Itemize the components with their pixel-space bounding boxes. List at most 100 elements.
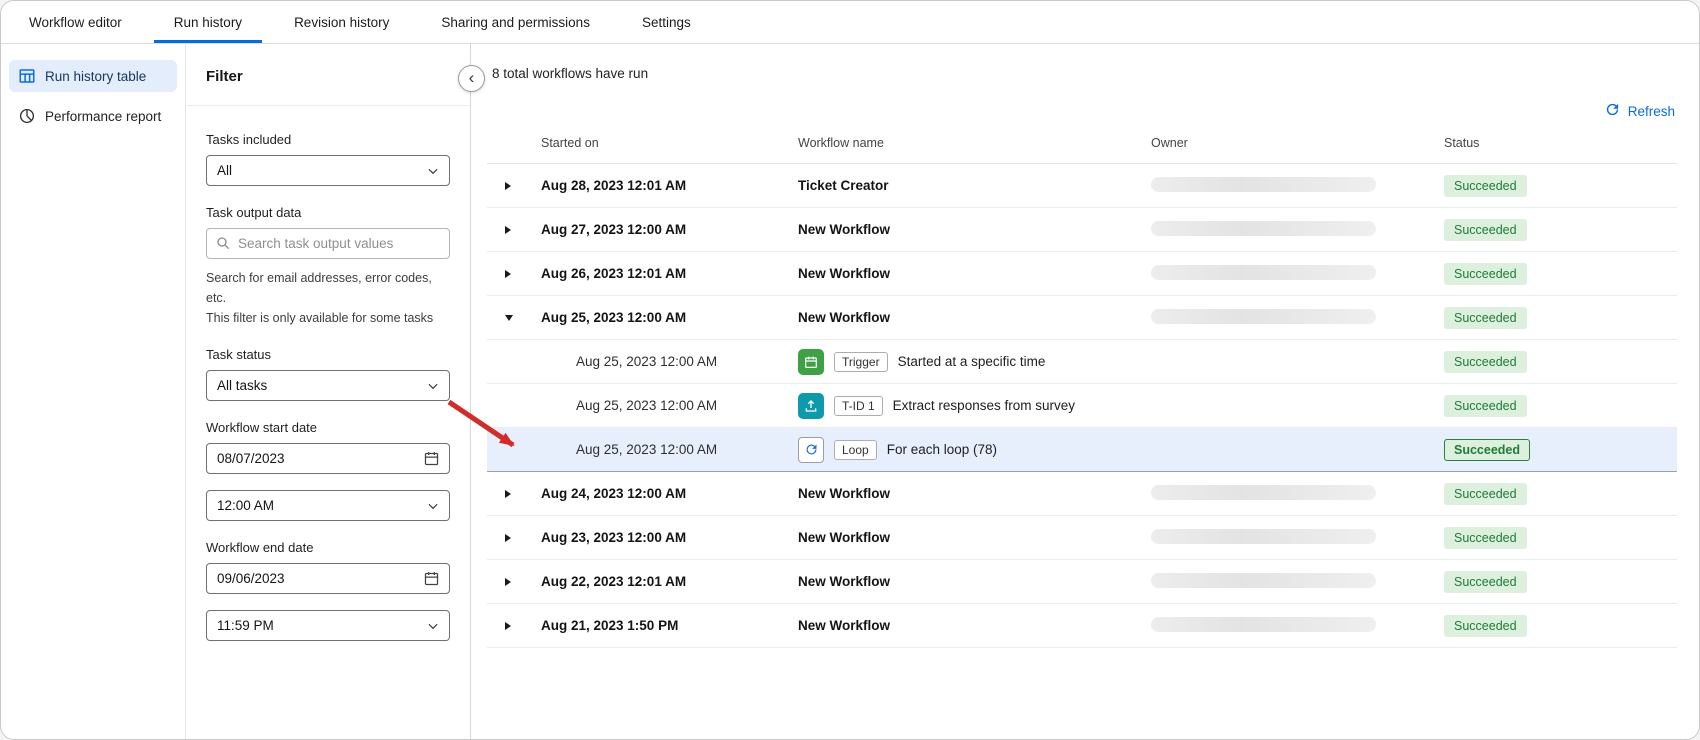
status-badge: Succeeded [1444,527,1527,549]
column-header-workflow-name: Workflow name [798,136,1151,163]
tab-workflow-editor[interactable]: Workflow editor [3,1,148,43]
table-row[interactable]: Aug 25, 2023 12:00 AM T-ID 1 Extract res… [487,384,1677,428]
expand-caret-icon[interactable] [505,226,511,234]
status-badge: Succeeded [1444,307,1527,329]
task-output-search-input[interactable] [206,228,450,259]
sidebar: Run history table Performance report [1,44,186,739]
run-started-on: Aug 22, 2023 12:01 AM [541,574,798,589]
start-time-value: 12:00 AM [217,498,274,513]
task-output-label: Task output data [206,205,450,220]
workflow-name: New Workflow [798,222,890,237]
refresh-button[interactable]: Refresh [1604,101,1675,121]
run-count-summary: 8 total workflows have run [487,66,1677,81]
table-body: Aug 28, 2023 12:01 AM Ticket Creator Suc… [487,164,1677,648]
expand-caret-icon[interactable] [505,578,511,586]
expand-caret-icon[interactable] [505,315,513,321]
sidebar-item-run-history-table[interactable]: Run history table [9,60,177,92]
start-date-value: 08/07/2023 [217,451,285,466]
status-badge: Succeeded [1444,351,1527,373]
run-started-on: Aug 25, 2023 12:00 AM [541,310,798,325]
workflow-start-date-label: Workflow start date [206,420,450,435]
status-badge: Succeeded [1444,395,1527,417]
run-started-on: Aug 21, 2023 1:50 PM [541,618,798,633]
workflow-name: New Workflow [798,618,890,633]
owner-redacted [1151,485,1376,500]
chevron-down-icon [426,379,440,393]
end-date-input[interactable]: 09/06/2023 [206,563,450,594]
task-type-badge: T-ID 1 [834,396,883,416]
end-time-select[interactable]: 11:59 PM [206,610,450,641]
table-header-row: Started on Workflow name Owner Status [487,118,1677,164]
task-status-select[interactable]: All tasks [206,370,450,401]
tab-run-history[interactable]: Run history [148,1,268,43]
column-header-status: Status [1444,136,1677,163]
collapse-filter-button[interactable] [458,65,485,92]
owner-redacted [1151,221,1376,236]
start-time-select[interactable]: 12:00 AM [206,490,450,521]
tab-sharing-permissions[interactable]: Sharing and permissions [415,1,616,43]
expand-caret-icon[interactable] [505,490,511,498]
tasks-included-label: Tasks included [206,132,450,147]
expand-caret-icon[interactable] [505,622,511,630]
table-row[interactable]: Aug 27, 2023 12:00 AM New Workflow Succe… [487,208,1677,252]
run-started-on: Aug 27, 2023 12:00 AM [541,222,798,237]
run-started-on: Aug 25, 2023 12:00 AM [541,354,798,369]
workflow-name: New Workflow [798,310,890,325]
sidebar-item-label: Run history table [45,69,146,84]
tasks-included-select[interactable]: All [206,155,450,186]
owner-redacted [1151,177,1376,192]
page-body: Run history table Performance report Fil… [1,44,1699,739]
calendar-icon [423,570,440,587]
workflow-name: Ticket Creator [798,178,889,193]
task-output-help-text: Search for email addresses, error codes,… [206,268,450,328]
task-status-value: All tasks [217,378,267,393]
table-row[interactable]: Aug 26, 2023 12:01 AM New Workflow Succe… [487,252,1677,296]
workflow-name: Extract responses from survey [893,398,1075,413]
extract-icon [798,393,824,419]
workflow-name: New Workflow [798,574,890,589]
task-status-label: Task status [206,347,450,362]
workflow-name: For each loop (78) [887,442,997,457]
start-date-input[interactable]: 08/07/2023 [206,443,450,474]
owner-redacted [1151,529,1376,544]
end-time-value: 11:59 PM [217,618,274,633]
tab-revision-history[interactable]: Revision history [268,1,415,43]
status-badge: Succeeded [1444,175,1527,197]
sidebar-item-performance-report[interactable]: Performance report [9,100,177,132]
table-row[interactable]: Aug 25, 2023 12:00 AM New Workflow Succe… [487,296,1677,340]
run-started-on: Aug 25, 2023 12:00 AM [541,398,798,413]
table-row[interactable]: Aug 21, 2023 1:50 PM New Workflow Succee… [487,604,1677,648]
refresh-icon [1604,101,1621,121]
filter-title: Filter [186,44,470,106]
table-row[interactable]: Aug 24, 2023 12:00 AM New Workflow Succe… [487,472,1677,516]
tasks-included-value: All [217,163,232,178]
status-badge: Succeeded [1444,615,1527,637]
status-badge: Succeeded [1444,571,1527,593]
table-row[interactable]: Aug 25, 2023 12:00 AM Loop For each loop… [487,428,1677,472]
run-started-on: Aug 23, 2023 12:00 AM [541,530,798,545]
filter-panel: Filter Tasks included All Task output da… [186,44,471,739]
status-badge: Succeeded [1444,483,1527,505]
expand-caret-icon[interactable] [505,270,511,278]
run-started-on: Aug 25, 2023 12:00 AM [541,442,798,457]
table-row[interactable]: Aug 25, 2023 12:00 AM Trigger Started at… [487,340,1677,384]
table-row[interactable]: Aug 23, 2023 12:00 AM New Workflow Succe… [487,516,1677,560]
expand-caret-icon[interactable] [505,534,511,542]
workflow-name: New Workflow [798,486,890,501]
chevron-down-icon [426,499,440,513]
refresh-label: Refresh [1628,104,1675,119]
trigger-icon [798,349,824,375]
status-badge: Succeeded [1444,439,1530,461]
table-row[interactable]: Aug 22, 2023 12:01 AM New Workflow Succe… [487,560,1677,604]
owner-redacted [1151,309,1376,324]
app-window: Workflow editor Run history Revision his… [0,0,1700,740]
table-row[interactable]: Aug 28, 2023 12:01 AM Ticket Creator Suc… [487,164,1677,208]
expand-caret-icon[interactable] [505,182,511,190]
owner-redacted [1151,265,1376,280]
tab-settings[interactable]: Settings [616,1,717,43]
pie-chart-icon [18,107,36,125]
run-history-main: 8 total workflows have run Refresh Start… [471,44,1699,739]
status-badge: Succeeded [1444,219,1527,241]
sidebar-item-label: Performance report [45,109,161,124]
workflow-name: Started at a specific time [898,354,1046,369]
